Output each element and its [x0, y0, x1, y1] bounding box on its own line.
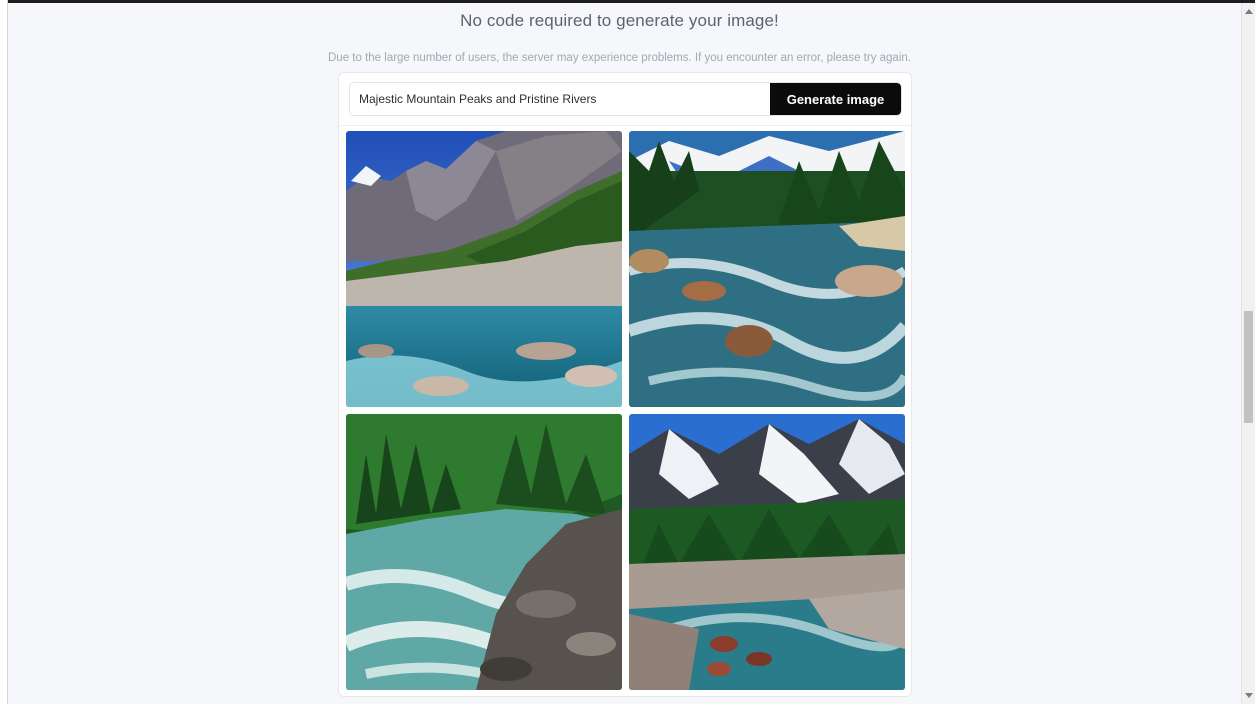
- snowy-peaks-river-image: [629, 414, 905, 690]
- result-image-2[interactable]: [629, 131, 905, 407]
- scroll-down-icon[interactable]: [1245, 693, 1253, 698]
- page-headline: No code required to generate your image!: [460, 11, 779, 30]
- prompt-input[interactable]: [350, 83, 770, 115]
- mountain-lake-river-image: [346, 131, 622, 407]
- prompt-form: Generate image: [349, 82, 902, 116]
- rocky-forest-river-image: [629, 131, 905, 407]
- result-image-1[interactable]: [346, 131, 622, 407]
- result-image-3[interactable]: [346, 414, 622, 690]
- window-left-edge: [0, 0, 8, 704]
- server-notice: Due to the large number of users, the se…: [328, 52, 911, 64]
- page-content: No code required to generate your image!…: [8, 3, 1241, 704]
- card-divider: [339, 125, 911, 126]
- page-scrollbar[interactable]: [1241, 3, 1255, 704]
- generate-image-button[interactable]: Generate image: [770, 83, 901, 115]
- generator-card: Generate image: [338, 72, 912, 697]
- scroll-up-icon[interactable]: [1245, 9, 1253, 14]
- scrollbar-thumb[interactable]: [1244, 311, 1253, 423]
- forest-rapids-image: [346, 414, 622, 690]
- result-image-4[interactable]: [629, 414, 905, 690]
